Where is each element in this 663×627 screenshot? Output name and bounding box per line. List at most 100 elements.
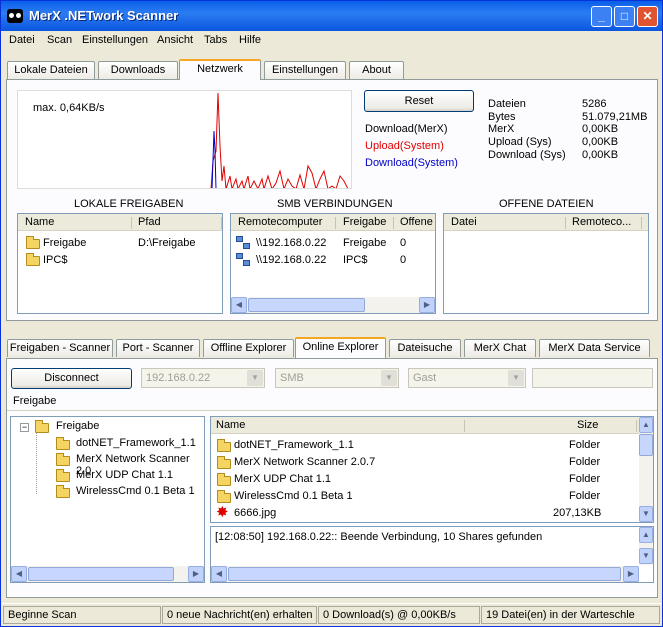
reset-button[interactable]: Reset	[364, 90, 474, 112]
minimize-button[interactable]: _	[591, 6, 612, 27]
local-shares-list[interactable]: Name Pfad Freigabe D:\Freigabe IPC$	[17, 213, 223, 314]
scroll-left-arrow-icon[interactable]: ◀	[231, 297, 247, 313]
stat-value: 0,00KB	[582, 136, 619, 148]
tab-port-scanner[interactable]: Port - Scanner	[116, 339, 200, 357]
column-header-offene[interactable]: Offene	[400, 216, 433, 228]
tree-root-label[interactable]: Freigabe	[56, 420, 99, 432]
list-header: Remotecomputer Freigabe Offene	[231, 214, 435, 231]
column-header-name[interactable]: Name	[216, 419, 245, 431]
menu-ansicht[interactable]: Ansicht	[157, 34, 193, 46]
folder-icon	[217, 473, 231, 486]
graph-lines	[210, 92, 349, 188]
chevron-down-icon[interactable]: ▼	[247, 370, 263, 386]
tab-merx-data-service[interactable]: MerX Data Service	[539, 339, 650, 357]
ip-combo[interactable]: 192.168.0.22 ▼	[141, 368, 265, 388]
column-header-remotecomputer[interactable]: Remotecomputer	[238, 216, 322, 228]
file-list[interactable]: Name Size dotNET_Framework_1.1 Folder Me…	[210, 416, 654, 523]
menu-datei[interactable]: Datei	[9, 34, 35, 46]
close-button[interactable]: ✕	[637, 6, 658, 27]
column-header-size[interactable]: Size	[577, 419, 598, 431]
file-name: dotNET_Framework_1.1	[234, 439, 354, 451]
scroll-left-arrow-icon[interactable]: ◀	[211, 566, 227, 582]
tab-merx-chat[interactable]: MerX Chat	[464, 339, 536, 357]
log-output[interactable]: [12:08:50] 192.168.0.22:: Beende Verbind…	[210, 526, 654, 583]
folder-icon	[217, 490, 231, 503]
list-item[interactable]: IPC$	[18, 252, 222, 269]
list-item[interactable]: MerX Network Scanner 2.0.7 Folder	[211, 454, 639, 471]
tab-about[interactable]: About	[349, 61, 404, 79]
protocol-combo[interactable]: SMB ▼	[275, 368, 399, 388]
scroll-left-arrow-icon[interactable]: ◀	[11, 566, 27, 582]
horizontal-scrollbar[interactable]: ◀ ▶	[211, 566, 639, 582]
scroll-thumb[interactable]	[248, 298, 365, 312]
scroll-up-arrow-icon[interactable]: ▲	[639, 527, 653, 543]
file-size: Folder	[569, 490, 601, 502]
maximize-button[interactable]: □	[614, 6, 635, 27]
vertical-scrollbar[interactable]: ▲ ▼	[639, 527, 653, 565]
tree-item[interactable]: MerX UDP Chat 1.1	[76, 469, 173, 481]
scroll-down-arrow-icon[interactable]: ▼	[639, 548, 653, 564]
column-header-name[interactable]: Name	[25, 216, 54, 228]
tab-offline-explorer[interactable]: Offline Explorer	[203, 339, 294, 357]
chevron-down-icon[interactable]: ▼	[381, 370, 397, 386]
password-field[interactable]	[532, 368, 653, 388]
tab-freigaben-scanner[interactable]: Freigaben - Scanner	[7, 339, 113, 357]
chevron-down-icon[interactable]: ▼	[508, 370, 524, 386]
tab-downloads[interactable]: Downloads	[98, 61, 178, 79]
list-item[interactable]: ✸ 6666.jpg 207,13KB	[211, 505, 639, 522]
scroll-thumb[interactable]	[639, 434, 653, 456]
list-item[interactable]: MerX UDP Chat 1.1 Folder	[211, 471, 639, 488]
collapse-icon[interactable]: −	[20, 423, 29, 432]
disconnect-button[interactable]: Disconnect	[11, 368, 132, 389]
tree-item[interactable]: dotNET_Framework_1.1	[76, 437, 196, 449]
stat-label: Download (Sys)	[488, 149, 566, 161]
tree-item[interactable]: WirelessCmd 0.1 Beta 1	[76, 485, 195, 497]
list-item[interactable]: \\192.168.0.22 Freigabe 0	[231, 235, 435, 252]
horizontal-scrollbar[interactable]: ◀ ▶	[11, 566, 204, 582]
list-header: Name Pfad	[18, 214, 222, 231]
list-item[interactable]: WirelessCmd 0.1 Beta 1 Folder	[211, 488, 639, 505]
smb-remote: \\192.168.0.22	[256, 237, 327, 249]
share-path: D:\Freigabe	[138, 237, 196, 249]
menu-scan[interactable]: Scan	[47, 34, 72, 46]
scroll-right-arrow-icon[interactable]: ▶	[419, 297, 435, 313]
scroll-right-arrow-icon[interactable]: ▶	[188, 566, 204, 582]
folder-tree[interactable]: − Freigabe dotNET_Framework_1.1 MerX Net…	[10, 416, 205, 583]
tab-netzwerk[interactable]: Netzwerk	[179, 59, 261, 80]
folder-icon	[26, 253, 40, 266]
list-header: Datei Remoteco...	[444, 214, 648, 231]
vertical-scrollbar[interactable]: ▲ ▼	[639, 417, 653, 522]
top-tab-strip: Lokale Dateien Downloads Netzwerk Einste…	[1, 59, 662, 80]
tab-online-explorer[interactable]: Online Explorer	[295, 337, 386, 358]
open-files-list[interactable]: Datei Remoteco...	[443, 213, 649, 314]
horizontal-scrollbar[interactable]: ◀ ▶	[231, 297, 435, 313]
smb-connections-list[interactable]: Remotecomputer Freigabe Offene \\192.168…	[230, 213, 436, 314]
user-combo[interactable]: Gast ▼	[408, 368, 526, 388]
column-header-remotecomputer[interactable]: Remoteco...	[572, 216, 631, 228]
network-computer-icon	[236, 236, 252, 250]
column-header-freigabe[interactable]: Freigabe	[343, 216, 386, 228]
menu-hilfe[interactable]: Hilfe	[239, 34, 261, 46]
title-bar[interactable]: MerX .NETwork Scanner _ □ ✕	[1, 1, 662, 31]
column-header-pfad[interactable]: Pfad	[138, 216, 161, 228]
list-item[interactable]: Freigabe D:\Freigabe	[18, 235, 222, 252]
stat-value: 0,00KB	[582, 149, 619, 161]
folder-icon	[56, 469, 70, 482]
folder-icon	[56, 437, 70, 450]
tab-dateisuche[interactable]: Dateisuche	[389, 339, 461, 357]
menu-tabs[interactable]: Tabs	[204, 34, 227, 46]
list-item[interactable]: dotNET_Framework_1.1 Folder	[211, 437, 639, 454]
scroll-thumb[interactable]	[228, 567, 621, 581]
protocol-value: SMB	[280, 372, 304, 384]
list-item[interactable]: \\192.168.0.22 IPC$ 0	[231, 252, 435, 269]
column-header-datei[interactable]: Datei	[451, 216, 477, 228]
scroll-up-arrow-icon[interactable]: ▲	[639, 417, 653, 433]
share-name: IPC$	[43, 254, 68, 266]
scroll-right-arrow-icon[interactable]: ▶	[623, 566, 639, 582]
tab-lokale-dateien[interactable]: Lokale Dateien	[7, 61, 95, 79]
menu-einstellungen[interactable]: Einstellungen	[82, 34, 148, 46]
scroll-down-arrow-icon[interactable]: ▼	[639, 506, 653, 522]
tab-einstellungen[interactable]: Einstellungen	[264, 61, 346, 79]
scroll-thumb[interactable]	[28, 567, 174, 581]
folder-icon	[56, 485, 70, 498]
